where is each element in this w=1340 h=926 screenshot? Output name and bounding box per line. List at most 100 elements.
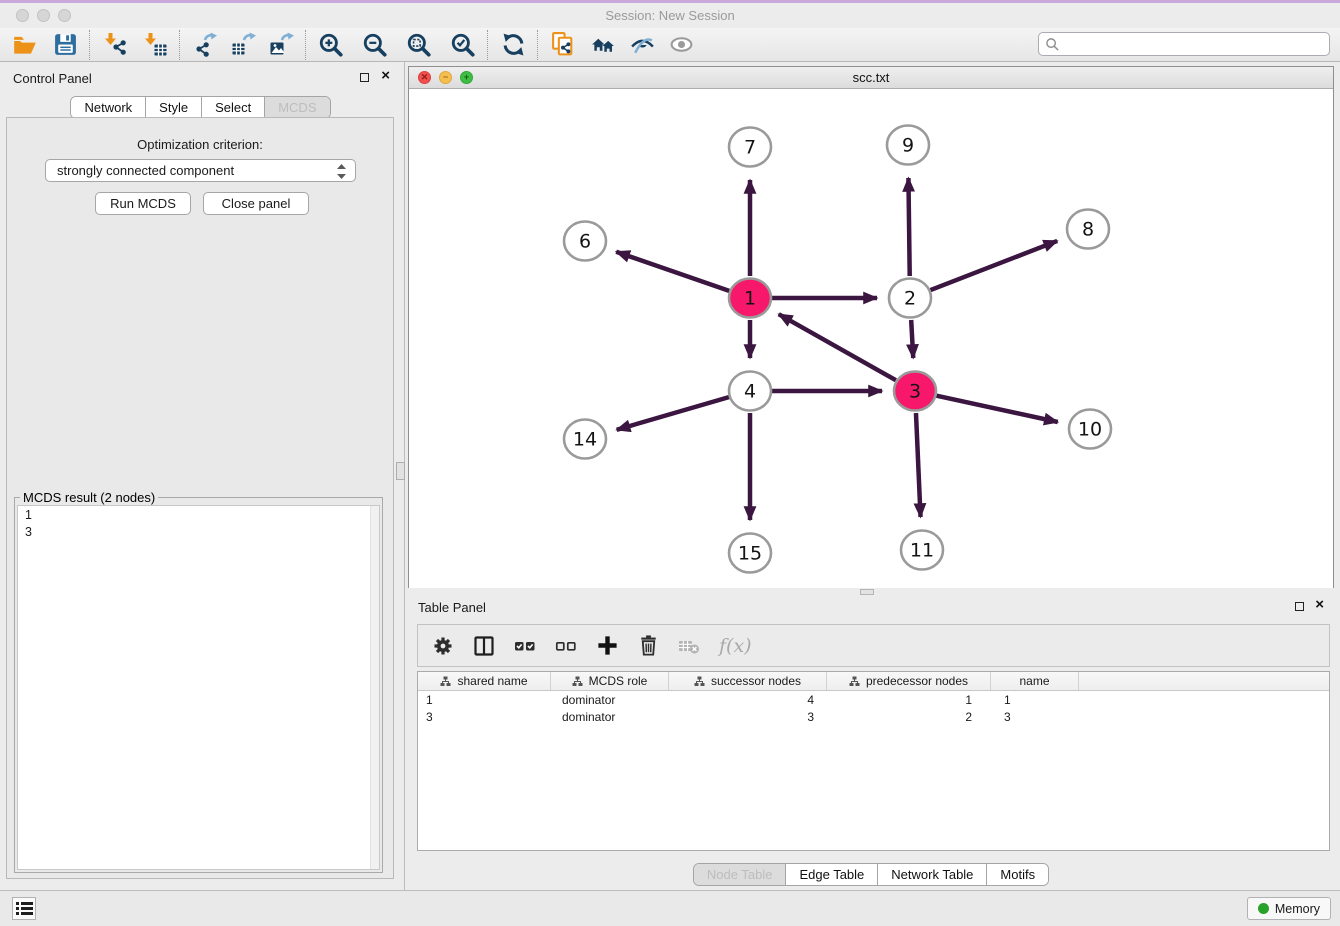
- export-image-icon[interactable]: [264, 30, 298, 60]
- graph-edge-2-3[interactable]: [911, 320, 913, 358]
- first-neighbors-icon[interactable]: [586, 30, 620, 60]
- graph-node-label: 6: [579, 231, 591, 253]
- graph-edge-3-11[interactable]: [916, 413, 921, 517]
- cell-name[interactable]: 1: [991, 693, 1079, 707]
- zoom-in-icon[interactable]: [314, 30, 348, 60]
- column-header-successor-nodes[interactable]: successor nodes: [669, 672, 827, 690]
- selected-option: strongly connected component: [57, 163, 234, 178]
- cell-shared-name[interactable]: 3: [418, 710, 551, 724]
- graph-node-1[interactable]: 1: [729, 279, 771, 318]
- show-details-icon[interactable]: [664, 30, 698, 60]
- toolbar-separator: [487, 30, 489, 60]
- cell-successor-nodes[interactable]: 4: [669, 693, 827, 707]
- graph-edge-3-1[interactable]: [779, 314, 896, 380]
- graph-node-10[interactable]: 10: [1069, 410, 1111, 449]
- window-title: Session: New Session: [0, 8, 1340, 23]
- select-all-icon[interactable]: [512, 633, 538, 659]
- control-panel-title: Control Panel: [13, 71, 92, 86]
- network-view-window: ✕ − + scc.txt 1 2 3 4 6 7 8 9 10 11 14 15: [408, 66, 1334, 588]
- delete-icon[interactable]: [635, 633, 661, 659]
- graph-edge-2-9[interactable]: [908, 178, 909, 276]
- column-header-predecessor-nodes[interactable]: predecessor nodes: [827, 672, 991, 690]
- graph-node-label: 2: [904, 288, 916, 310]
- close-panel-button[interactable]: Close panel: [203, 192, 309, 215]
- graph-node-3[interactable]: 3: [894, 372, 936, 411]
- zoom-out-icon[interactable]: [358, 30, 392, 60]
- graph-node-6[interactable]: 6: [564, 222, 606, 261]
- float-panel-icon[interactable]: [1295, 602, 1304, 611]
- task-history-button[interactable]: [12, 897, 36, 920]
- column-header-shared-name[interactable]: shared name: [418, 672, 551, 690]
- clone-network-icon[interactable]: [546, 30, 580, 60]
- refresh-icon[interactable]: [496, 30, 530, 60]
- float-panel-icon[interactable]: [360, 73, 369, 82]
- add-column-icon[interactable]: [594, 633, 620, 659]
- optimization-criterion-select[interactable]: strongly connected component: [45, 159, 356, 182]
- graph-node-label: 11: [910, 540, 934, 562]
- table-row[interactable]: 3 dominator 3 2 3: [418, 708, 1329, 725]
- graph-node-8[interactable]: 8: [1067, 210, 1109, 249]
- search-input[interactable]: [1060, 36, 1329, 52]
- graph-node-7[interactable]: 7: [729, 128, 771, 167]
- graph-node-4[interactable]: 4: [729, 372, 771, 411]
- tab-network[interactable]: Network: [71, 97, 146, 118]
- column-header-mcds-role[interactable]: MCDS role: [551, 672, 669, 690]
- memory-button[interactable]: Memory: [1247, 897, 1331, 920]
- tab-edge-table[interactable]: Edge Table: [786, 864, 878, 885]
- cell-shared-name[interactable]: 1: [418, 693, 551, 707]
- hide-details-icon[interactable]: [625, 30, 659, 60]
- graph-node-15[interactable]: 15: [729, 534, 771, 573]
- vertical-splitter-handle[interactable]: [396, 462, 405, 480]
- import-network-icon[interactable]: [98, 30, 132, 60]
- tab-network-table[interactable]: Network Table: [878, 864, 987, 885]
- network-canvas[interactable]: 1 2 3 4 6 7 8 9 10 11 14 15: [409, 89, 1333, 588]
- cell-successor-nodes[interactable]: 3: [669, 710, 827, 724]
- save-icon[interactable]: [48, 30, 82, 60]
- select-stepper-icon: [337, 164, 346, 182]
- tab-motifs[interactable]: Motifs: [987, 864, 1048, 885]
- cell-predecessor-nodes[interactable]: 2: [827, 710, 991, 724]
- cell-predecessor-nodes[interactable]: 1: [827, 693, 991, 707]
- graph-node-label: 3: [909, 381, 921, 403]
- graph-node-14[interactable]: 14: [564, 420, 606, 459]
- mcds-result-list[interactable]: 1 3: [17, 505, 380, 870]
- export-table-icon[interactable]: [226, 30, 260, 60]
- graph-node-9[interactable]: 9: [887, 126, 929, 165]
- close-panel-icon[interactable]: ×: [381, 67, 390, 85]
- deselect-all-icon[interactable]: [553, 633, 579, 659]
- import-table-icon[interactable]: [138, 30, 172, 60]
- export-network-icon[interactable]: [188, 30, 222, 60]
- graph-node-2[interactable]: 2: [889, 279, 931, 318]
- zoom-selected-icon[interactable]: [446, 30, 480, 60]
- function-builder-icon[interactable]: f(x): [717, 633, 752, 659]
- horizontal-splitter-handle[interactable]: [860, 589, 874, 595]
- attribute-icon: [572, 676, 583, 687]
- tab-node-table[interactable]: Node Table: [694, 864, 787, 885]
- scrollbar[interactable]: [370, 506, 379, 869]
- open-folder-icon[interactable]: [8, 30, 42, 60]
- toolbar-separator: [537, 30, 539, 60]
- tab-select[interactable]: Select: [202, 97, 265, 118]
- cell-mcds-role[interactable]: dominator: [551, 693, 669, 707]
- graph-edge-4-14[interactable]: [617, 397, 729, 430]
- graph-edge-1-6[interactable]: [616, 252, 729, 291]
- delete-table-icon[interactable]: [676, 633, 702, 659]
- tab-style[interactable]: Style: [146, 97, 202, 118]
- zoom-fit-icon[interactable]: [402, 30, 436, 60]
- close-panel-icon[interactable]: ×: [1315, 596, 1324, 614]
- graph-edge-3-10[interactable]: [936, 396, 1057, 422]
- tab-mcds[interactable]: MCDS: [265, 97, 329, 118]
- graph-node-label: 8: [1082, 219, 1094, 241]
- table-toolbar: f(x): [417, 624, 1330, 667]
- graph-node-11[interactable]: 11: [901, 531, 943, 570]
- cell-name[interactable]: 3: [991, 710, 1079, 724]
- graph-edge-2-8[interactable]: [931, 241, 1058, 290]
- split-panel-icon[interactable]: [471, 633, 497, 659]
- gear-icon[interactable]: [430, 633, 456, 659]
- search-box[interactable]: [1038, 32, 1330, 56]
- table-row[interactable]: 1 dominator 4 1 1: [418, 691, 1329, 708]
- run-mcds-button[interactable]: Run MCDS: [95, 192, 191, 215]
- cell-mcds-role[interactable]: dominator: [551, 710, 669, 724]
- column-header-name[interactable]: name: [991, 672, 1079, 690]
- network-window-titlebar[interactable]: ✕ − + scc.txt: [409, 67, 1333, 89]
